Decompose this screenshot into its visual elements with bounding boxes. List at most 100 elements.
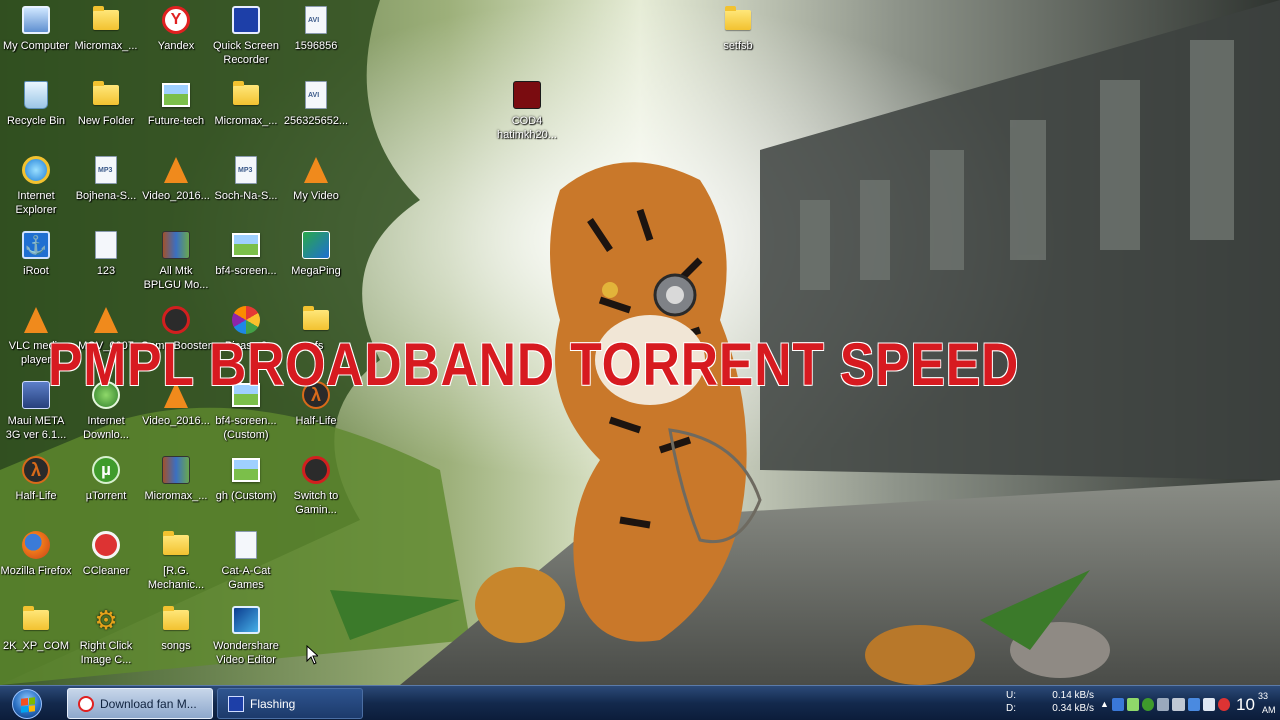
upload-speed: 0.14 kB/s xyxy=(1052,690,1094,701)
desktop-icon-1596856[interactable]: 1596856 xyxy=(280,0,352,72)
desktop-icon-256325652[interactable]: 256325652... xyxy=(280,75,352,147)
desktop-icon-soch-na-s[interactable]: Soch-Na-S... xyxy=(210,150,282,222)
desktop-icon-gh-custom[interactable]: gh (Custom) xyxy=(210,450,282,522)
desktop-icon-internet-explorer[interactable]: Internet Explorer xyxy=(0,150,72,222)
clock-ampm: AM xyxy=(1262,705,1276,715)
desktop-icon-megaping[interactable]: MegaPing xyxy=(280,225,352,297)
archive-icon xyxy=(160,454,192,486)
iroot-icon: ⚓ xyxy=(20,229,52,261)
start-button[interactable] xyxy=(8,687,46,720)
game-booster-icon xyxy=(300,454,332,486)
tray-network-icon[interactable] xyxy=(1127,697,1140,711)
download-label: D: xyxy=(1006,703,1016,714)
image-icon xyxy=(160,79,192,111)
taskbar-button-download[interactable]: Download fan M... xyxy=(67,688,213,719)
desktop-icon-bf4-screen-1[interactable]: bf4-screen... xyxy=(210,225,282,297)
desktop-icon-micromax-folder-2[interactable]: Micromax_... xyxy=(210,75,282,147)
show-hidden-icons-chevron-icon[interactable]: ▲ xyxy=(1100,699,1109,709)
image-icon xyxy=(230,229,262,261)
vlc-file-icon xyxy=(300,154,332,186)
desktop-icon-wondershare-video-editor[interactable]: Wondershare Video Editor xyxy=(210,600,282,672)
document-icon xyxy=(230,529,262,561)
tray-tools-icon[interactable] xyxy=(1172,697,1185,711)
folder-icon xyxy=(90,79,122,111)
desktop-icon-video-2016-1[interactable]: Video_2016... xyxy=(140,150,212,222)
desktop-icon-rg-mechanics[interactable]: [R.G. Mechanic... xyxy=(140,525,212,597)
folder-icon xyxy=(90,4,122,36)
desktop-icon-ccleaner[interactable]: CCleaner xyxy=(70,525,142,597)
desktop-icon-2k-xp-com[interactable]: 2K_XP_COM xyxy=(0,600,72,672)
yandex-icon: Y xyxy=(160,4,192,36)
ccleaner-icon xyxy=(90,529,122,561)
desktop-icon-utorrent[interactable]: µ µTorrent xyxy=(70,450,142,522)
image-icon xyxy=(230,454,262,486)
desktop-icon-switch-to-gaming[interactable]: Switch to Gamin... xyxy=(280,450,352,522)
archive-icon xyxy=(160,229,192,261)
mouse-cursor-icon xyxy=(306,645,318,665)
desktop-icon-bojhena[interactable]: Bojhena-S... xyxy=(70,150,142,222)
desktop-icon-cod4[interactable]: COD4 hatimkh20... xyxy=(491,75,563,147)
tray-app-icon[interactable] xyxy=(1111,697,1125,711)
gear-icon: ⚙ xyxy=(94,605,118,635)
clock-minute: 33 xyxy=(1258,691,1269,701)
taskbar-button-flashing[interactable]: Flashing xyxy=(217,688,363,719)
tray-device-icon[interactable] xyxy=(1157,697,1170,711)
system-tray: ▲ xyxy=(1100,694,1231,714)
windows-logo-icon xyxy=(12,689,42,719)
desktop-icon-iroot[interactable]: ⚓ iRoot xyxy=(0,225,72,297)
firefox-icon xyxy=(20,529,52,561)
folder-icon xyxy=(722,4,754,36)
desktop-icon-songs[interactable]: songs xyxy=(140,600,212,672)
tray-shield-icon[interactable] xyxy=(1217,697,1231,711)
mp3-file-icon xyxy=(230,154,262,186)
vlc-file-icon xyxy=(160,154,192,186)
desktop-icon-recycle-bin[interactable]: Recycle Bin xyxy=(0,75,72,147)
desktop-icon-micromax-archive[interactable]: Micromax_... xyxy=(140,450,212,522)
tray-monitor-icon[interactable] xyxy=(1187,697,1200,711)
screen-recorder-icon xyxy=(228,695,244,712)
folder-icon xyxy=(230,79,262,111)
tray-utorrent-icon[interactable] xyxy=(1142,697,1155,711)
desktop-icon-setfsb[interactable]: setfsb xyxy=(702,0,774,72)
desktop-icon-micromax-folder-1[interactable]: Micromax_... xyxy=(70,0,142,72)
taskbar-button-label: Download fan M... xyxy=(100,696,197,711)
tray-volume-icon[interactable] xyxy=(1202,697,1215,711)
desktop-icon-mozilla-firefox[interactable]: Mozilla Firefox xyxy=(0,525,72,597)
desktop-icon-half-life-2[interactable]: λ Half-Life xyxy=(0,450,72,522)
desktop-icon-right-click-image-converter[interactable]: ⚙ Right Click Image C... xyxy=(70,600,142,672)
desktop-icon-future-tech[interactable]: Future-tech xyxy=(140,75,212,147)
desktop-icon-my-video[interactable]: My Video xyxy=(280,150,352,222)
desktop-icon-my-computer[interactable]: My Computer xyxy=(0,0,72,72)
half-life-icon: λ xyxy=(20,454,52,486)
taskbar-clock[interactable]: 10 33 AM xyxy=(1236,689,1276,719)
taskbar-button-label: Flashing xyxy=(250,696,296,711)
video-file-icon xyxy=(300,79,332,111)
video-file-icon xyxy=(300,4,332,36)
recycle-bin-icon xyxy=(20,79,52,111)
desktop-icon-yandex[interactable]: Y Yandex xyxy=(140,0,212,72)
mp3-file-icon xyxy=(90,154,122,186)
computer-icon xyxy=(20,4,52,36)
yandex-icon xyxy=(78,695,94,712)
folder-icon xyxy=(20,604,52,636)
utorrent-icon: µ xyxy=(90,454,122,486)
download-speed: 0.34 kB/s xyxy=(1052,703,1094,714)
cod4-icon xyxy=(511,79,543,111)
taskbar: Download fan M... Flashing U: 0.14 kB/s … xyxy=(0,685,1280,720)
overlay-title-text: PMPL BROADBAND TORRENT SPEED xyxy=(48,331,1020,398)
folder-icon xyxy=(160,529,192,561)
document-icon xyxy=(90,229,122,261)
video-editor-icon xyxy=(230,604,262,636)
desktop-icon-new-folder[interactable]: New Folder xyxy=(70,75,142,147)
desktop-icon-cat-a-cat-games[interactable]: Cat-A-Cat Games xyxy=(210,525,282,597)
desktop-icon-all-mtk[interactable]: All Mtk BPLGU Mo... xyxy=(140,225,212,297)
folder-icon xyxy=(160,604,192,636)
network-speed-meter: U: 0.14 kB/s D: 0.34 kB/s xyxy=(1006,689,1094,719)
clock-hour: 10 xyxy=(1236,695,1255,714)
upload-label: U: xyxy=(1006,690,1016,701)
megaping-icon xyxy=(300,229,332,261)
screen-recorder-icon xyxy=(230,4,262,36)
desktop-icon-123[interactable]: 123 xyxy=(70,225,142,297)
desktop-icon-quick-screen-recorder[interactable]: Quick Screen Recorder xyxy=(210,0,282,72)
internet-explorer-icon xyxy=(20,154,52,186)
